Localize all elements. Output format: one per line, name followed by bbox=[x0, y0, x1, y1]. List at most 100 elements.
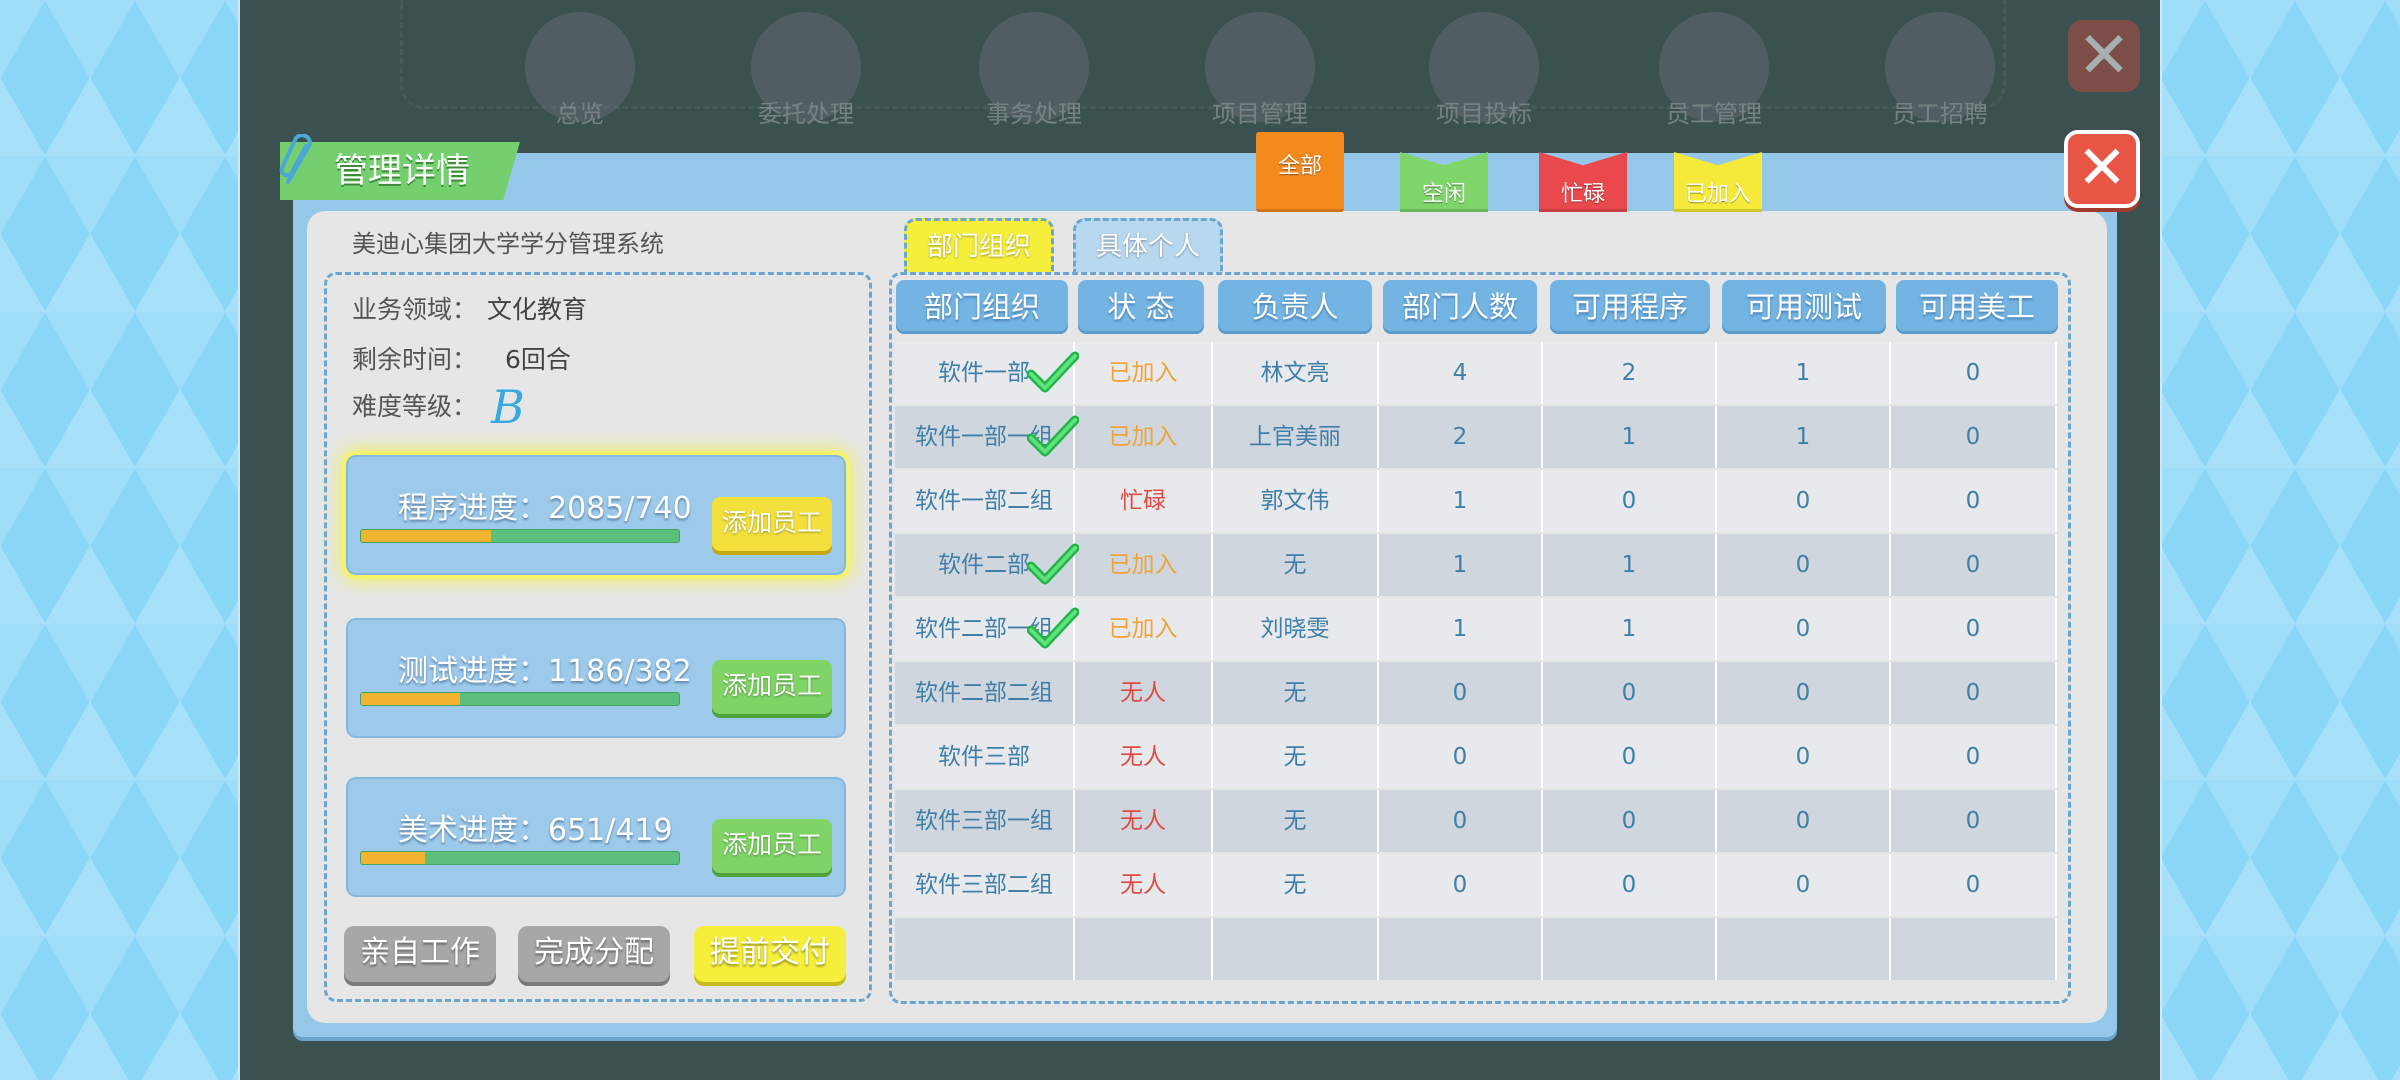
filter-label: 忙碌 bbox=[1560, 182, 1605, 207]
column-header: 部门人数 bbox=[1383, 280, 1537, 334]
table-row[interactable]: 软件三部一组 无人无 0 0 0 0 bbox=[895, 790, 2057, 852]
table-cell: 0 bbox=[1543, 854, 1717, 916]
column-header: 可用测试 bbox=[1722, 280, 1886, 334]
time-label: 剩余时间： bbox=[352, 345, 478, 374]
project-name: 美迪心集团大学学分管理系统 bbox=[352, 230, 664, 258]
filter-label: 空闲 bbox=[1421, 182, 1466, 207]
check-icon bbox=[1027, 607, 1079, 649]
filter-busy-button[interactable]: 忙碌 bbox=[1539, 152, 1627, 212]
check-icon bbox=[1027, 415, 1079, 457]
table-cell: 0 bbox=[1891, 854, 2057, 916]
time-row: 剩余时间： 6回合 bbox=[352, 340, 571, 376]
table-cell: 0 bbox=[1891, 598, 2057, 660]
add-artist-button[interactable]: 添加员工 bbox=[712, 819, 832, 873]
table-cell: 0 bbox=[1891, 662, 2057, 724]
table-row[interactable]: 软件一部 已加入 林文亮 4 2 1 0 bbox=[895, 342, 2057, 404]
column-header: 状 态 bbox=[1078, 280, 1204, 334]
art-progress-card: 美术进度：651/419 添加员工 bbox=[346, 777, 846, 897]
nav-item: 项目管理 bbox=[1200, 12, 1320, 128]
test-progress-bar bbox=[360, 692, 680, 706]
table-cell: 无 bbox=[1213, 662, 1379, 724]
table-cell: 0 bbox=[1717, 854, 1891, 916]
table-cell: 郭文伟 bbox=[1213, 470, 1379, 532]
filter-joined-button[interactable]: 已加入 bbox=[1674, 152, 1762, 212]
nav-item: 项目投标 bbox=[1424, 12, 1544, 128]
table-cell bbox=[1717, 918, 1891, 980]
table-cell: 无人 bbox=[1075, 790, 1213, 852]
nav-item: 员工招聘 bbox=[1880, 12, 2000, 128]
table-cell: 软件二部二组 bbox=[895, 662, 1075, 724]
close-button[interactable]: ✕ bbox=[2064, 130, 2140, 208]
work-self-button[interactable]: 亲自工作 bbox=[344, 926, 496, 982]
table-cell: 0 bbox=[1891, 406, 2057, 468]
domain-row: 业务领域： 文化教育 bbox=[352, 290, 587, 326]
nav-item: 总览 bbox=[520, 12, 640, 128]
filter-idle-button[interactable]: 空闲 bbox=[1400, 152, 1488, 212]
table-cell: 0 bbox=[1543, 726, 1717, 788]
table-row[interactable]: 软件一部一组 已加入 上官美丽 2 1 1 0 bbox=[895, 406, 2057, 468]
nav-label: 项目投标 bbox=[1436, 100, 1532, 128]
nav-item: 委托处理 bbox=[746, 12, 866, 128]
table-cell: 0 bbox=[1891, 342, 2057, 404]
nav-label: 委托处理 bbox=[758, 100, 854, 128]
add-tester-button[interactable]: 添加员工 bbox=[712, 660, 832, 714]
domain-value: 文化教育 bbox=[487, 295, 588, 324]
table-cell: 软件一部二组 bbox=[895, 470, 1075, 532]
table-cell: 上官美丽 bbox=[1213, 406, 1379, 468]
table-row[interactable]: 软件三部二组 无人无 0 0 0 0 bbox=[895, 854, 2057, 916]
difficulty-label: 难度等级： bbox=[352, 392, 478, 421]
table-cell: 0 bbox=[1379, 854, 1543, 916]
table-cell: 已加入 bbox=[1075, 406, 1213, 468]
progress-fill bbox=[361, 852, 425, 864]
table-cell: 刘晓雯 bbox=[1213, 598, 1379, 660]
add-programmer-button[interactable]: 添加员工 bbox=[712, 497, 832, 551]
program-progress-label: 程序进度：2085/740 bbox=[398, 491, 692, 526]
test-progress-card: 测试进度：1186/382 添加员工 bbox=[346, 618, 846, 738]
filter-label: 已加入 bbox=[1684, 182, 1751, 207]
table-cell: 1 bbox=[1543, 406, 1717, 468]
table-cell: 软件三部 bbox=[895, 726, 1075, 788]
table-cell: 2 bbox=[1543, 342, 1717, 404]
filter-all-button[interactable]: 全部 bbox=[1256, 132, 1344, 212]
table-cell: 0 bbox=[1891, 790, 2057, 852]
finish-assign-button[interactable]: 完成分配 bbox=[518, 926, 670, 982]
table-cell: 1 bbox=[1379, 598, 1543, 660]
table-row[interactable]: 软件三部 无人无 0 0 0 0 bbox=[895, 726, 2057, 788]
table-cell bbox=[1379, 918, 1543, 980]
table-row[interactable]: 软件一部二组 忙碌 郭文伟 1 0 0 0 bbox=[895, 470, 2057, 532]
table-cell: 1 bbox=[1717, 342, 1891, 404]
table-cell: 1 bbox=[1543, 598, 1717, 660]
table-cell: 林文亮 bbox=[1213, 342, 1379, 404]
filter-label: 全部 bbox=[1277, 154, 1322, 179]
table-cell: 0 bbox=[1717, 598, 1891, 660]
table-row[interactable]: 软件二部 已加入无 1 1 0 0 bbox=[895, 534, 2057, 596]
table-row[interactable]: 软件二部一组 已加入 刘晓雯 1 1 0 0 bbox=[895, 598, 2057, 660]
check-icon bbox=[1027, 543, 1079, 585]
column-header: 部门组织 bbox=[896, 280, 1068, 334]
table-cell: 2 bbox=[1379, 406, 1543, 468]
table-cell: 1 bbox=[1379, 470, 1543, 532]
program-progress-bar bbox=[360, 529, 680, 543]
table-cell: 0 bbox=[1891, 726, 2057, 788]
art-progress-bar bbox=[360, 851, 680, 865]
nav-label: 事务处理 bbox=[986, 100, 1082, 128]
table-cell: 0 bbox=[1717, 534, 1891, 596]
close-icon-dimmed: ✕ bbox=[2068, 20, 2140, 92]
nav-label: 总览 bbox=[556, 100, 604, 128]
nav-item: 事务处理 bbox=[974, 12, 1094, 128]
table-cell bbox=[1891, 918, 2057, 980]
deliver-early-button[interactable]: 提前交付 bbox=[694, 926, 846, 982]
tab-individual[interactable]: 具体个人 bbox=[1073, 218, 1223, 272]
table-cell: 无人 bbox=[1075, 662, 1213, 724]
table-cell: 0 bbox=[1717, 726, 1891, 788]
table-cell: 忙碌 bbox=[1075, 470, 1213, 532]
table-cell: 1 bbox=[1717, 406, 1891, 468]
table-cell: 0 bbox=[1717, 662, 1891, 724]
tab-dept[interactable]: 部门组织 bbox=[904, 218, 1054, 272]
art-progress-label: 美术进度：651/419 bbox=[398, 813, 673, 848]
paperclip-icon bbox=[279, 134, 312, 184]
difficulty-grade: B bbox=[491, 380, 525, 434]
progress-fill bbox=[361, 530, 492, 542]
table-cell: 0 bbox=[1891, 470, 2057, 532]
table-row[interactable]: 软件二部二组 无人无 0 0 0 0 bbox=[895, 662, 2057, 724]
